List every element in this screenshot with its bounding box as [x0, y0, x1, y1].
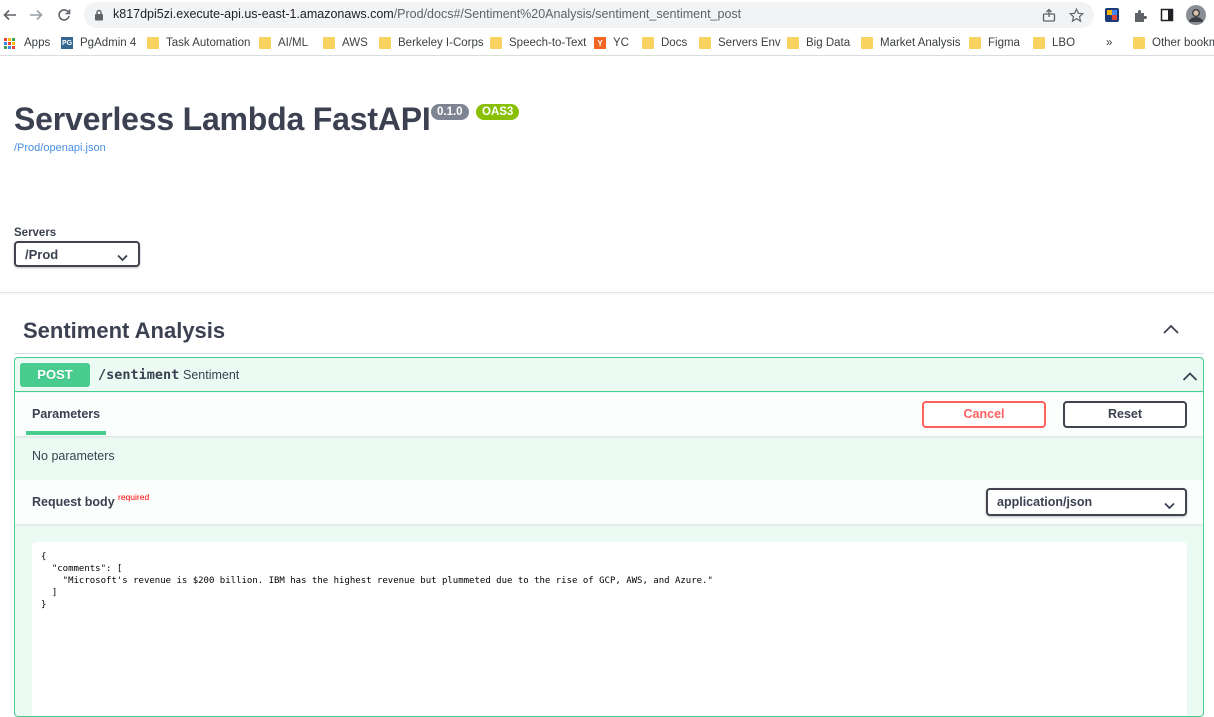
bookmark-label: AI/ML [278, 37, 309, 49]
forward-arrow-icon[interactable] [26, 5, 46, 25]
chevron-down-icon [1164, 497, 1175, 515]
browser-toolbar: k817dpi5zi.execute-api.us-east-1.amazona… [0, 0, 1214, 30]
folder-icon [861, 37, 873, 49]
oas-badge: OAS3 [476, 104, 520, 120]
url-host: k817dpi5zi.execute-api.us-east-1.amazona… [113, 7, 394, 21]
tag-title[interactable]: Sentiment Analysis [23, 318, 225, 344]
bookmark-market-analysis[interactable]: Market Analysis [861, 34, 961, 52]
reload-icon[interactable] [54, 5, 74, 25]
profile-avatar[interactable] [1186, 5, 1206, 25]
bookmark-label: Big Data [806, 37, 851, 49]
folder-icon [699, 37, 711, 49]
servers-selected-value: /Prod [25, 247, 59, 262]
bookmark-docs[interactable]: Docs [642, 34, 687, 52]
bookmark-label: Task Automation [166, 37, 251, 49]
required-marker: required [118, 492, 150, 502]
folder-icon [642, 37, 654, 49]
servers-label: Servers [14, 227, 57, 239]
operation-description: Sentiment [183, 368, 240, 382]
puzzle-icon[interactable] [1131, 6, 1149, 24]
bookmark-aws[interactable]: AWS [323, 34, 368, 52]
side-panel-icon[interactable] [1158, 6, 1176, 24]
no-parameters-text: No parameters [32, 449, 115, 463]
yc-icon: Y [594, 37, 606, 49]
folder-icon [787, 37, 799, 49]
page-title: Serverless Lambda FastAPI [14, 101, 431, 137]
bookmark-label: Market Analysis [880, 37, 961, 49]
bookmark-label: Berkeley I-Corps [398, 37, 484, 49]
folder-icon [147, 37, 159, 49]
tab-parameters[interactable]: Parameters [32, 407, 100, 421]
request-body-label: Request body [32, 495, 115, 509]
bookmark-yc[interactable]: Y YC [594, 34, 629, 52]
bookmark-label: Figma [988, 37, 1020, 49]
bookmark-servers-env[interactable]: Servers Env [699, 34, 781, 52]
section-divider [0, 292, 1214, 293]
bookmark-lbo[interactable]: LBO [1033, 34, 1075, 52]
pgadmin-icon: PG [61, 37, 73, 49]
content-type-value: application/json [997, 495, 1093, 509]
folder-icon [323, 37, 335, 49]
overflow-label: » [1106, 37, 1113, 49]
folder-icon [1033, 37, 1045, 49]
bookmark-speech[interactable]: Speech-to-Text [490, 34, 586, 52]
star-icon[interactable] [1068, 7, 1084, 23]
address-bar[interactable]: k817dpi5zi.execute-api.us-east-1.amazona… [84, 2, 1094, 28]
request-body-editor[interactable]: { "comments": [ "Microsoft's revenue is … [32, 542, 1187, 716]
request-body-header: Request body required application/json [15, 480, 1203, 524]
cancel-button[interactable]: Cancel [922, 401, 1046, 428]
code-line: "comments": [ [41, 564, 123, 574]
lock-icon[interactable] [94, 8, 104, 26]
url-path: /Prod/docs#/Sentiment%20Analysis/sentime… [393, 7, 742, 21]
bookmark-label: Other bookm [1152, 37, 1214, 49]
bookmark-aiml[interactable]: AI/ML [259, 34, 308, 52]
code-line: "Microsoft's revenue is $200 billion. IB… [41, 576, 713, 586]
reset-button[interactable]: Reset [1063, 401, 1187, 428]
folder-icon [259, 37, 271, 49]
share-icon[interactable] [1041, 7, 1057, 23]
bookmark-label: LBO [1052, 37, 1076, 49]
chevron-up-icon[interactable] [1182, 369, 1198, 387]
chevron-down-icon [117, 249, 128, 267]
version-badge: 0.1.0 [431, 104, 469, 120]
bookmark-other[interactable]: Other bookm [1133, 34, 1214, 52]
bookmark-label: Speech-to-Text [509, 37, 587, 49]
extension-icon[interactable] [1103, 6, 1121, 24]
url-text: k817dpi5zi.execute-api.us-east-1.amazona… [113, 7, 741, 21]
folder-icon [969, 37, 981, 49]
code-line: { [41, 552, 47, 562]
bookmark-label: YC [613, 37, 629, 49]
code-line: ] [41, 588, 58, 598]
content-type-select[interactable]: application/json [986, 488, 1187, 516]
operation-summary[interactable]: POST /sentiment Sentiment [15, 358, 1203, 392]
apps-grid-icon [4, 37, 15, 49]
folder-icon [379, 37, 391, 49]
code-line: } [41, 600, 47, 610]
folder-icon [490, 37, 502, 49]
method-badge: POST [20, 363, 90, 387]
bookmark-berkeley[interactable]: Berkeley I-Corps [379, 34, 484, 52]
bookmark-pgadmin[interactable]: PG PgAdmin 4 [61, 34, 136, 52]
bookmark-figma[interactable]: Figma [969, 34, 1020, 52]
operation-block-post-sentiment: POST /sentiment Sentiment Parameters Can… [14, 357, 1204, 717]
openapi-spec-link[interactable]: /Prod/openapi.json [14, 142, 106, 154]
bookmark-label: AWS [342, 37, 368, 49]
servers-select[interactable]: /Prod [14, 241, 140, 267]
bookmark-big-data[interactable]: Big Data [787, 34, 850, 52]
parameters-header: Parameters Cancel Reset [15, 393, 1203, 436]
back-arrow-icon[interactable] [0, 5, 20, 25]
bookmark-label: PgAdmin 4 [80, 37, 137, 49]
bookmarks-bar: Apps PG PgAdmin 4 Task Automation AI/ML … [0, 30, 1214, 56]
folder-icon [1133, 37, 1145, 49]
tab-active-indicator [26, 431, 106, 435]
tag-underline [14, 353, 1204, 354]
bookmarks-overflow-button[interactable]: » [1106, 34, 1112, 52]
bookmark-label: Apps [24, 37, 51, 49]
bookmark-apps[interactable]: Apps [4, 34, 50, 52]
chevron-up-icon[interactable] [1162, 322, 1180, 340]
operation-path: /sentiment [98, 367, 180, 383]
bookmark-task-automation[interactable]: Task Automation [147, 34, 250, 52]
bookmark-label: Servers Env [718, 37, 781, 49]
bookmark-label: Docs [661, 37, 688, 49]
